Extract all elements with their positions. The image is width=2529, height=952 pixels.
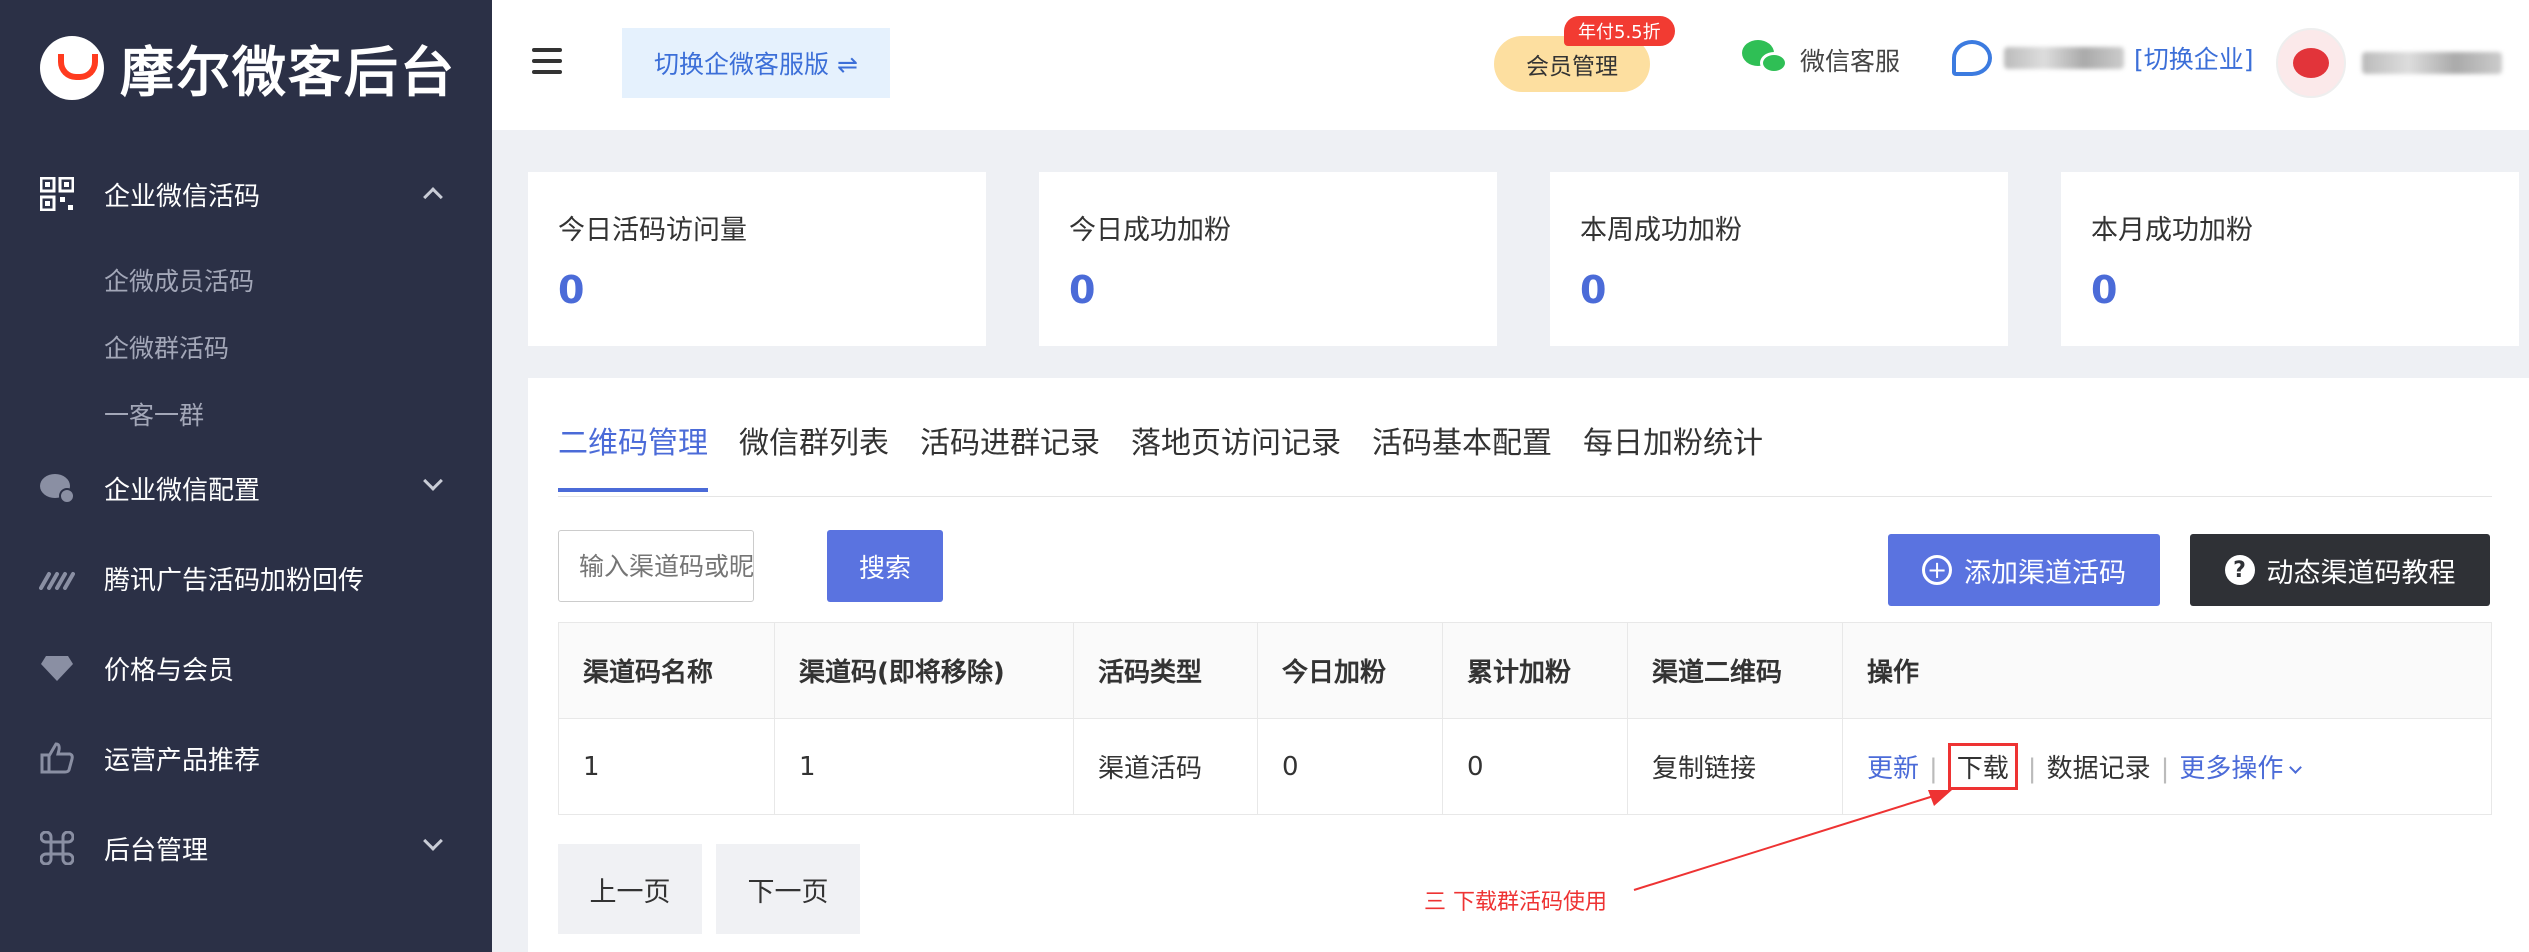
annotation-text: 三 下载群活码使用 (1424, 890, 1607, 915)
annotation-arrow (1633, 790, 1952, 891)
